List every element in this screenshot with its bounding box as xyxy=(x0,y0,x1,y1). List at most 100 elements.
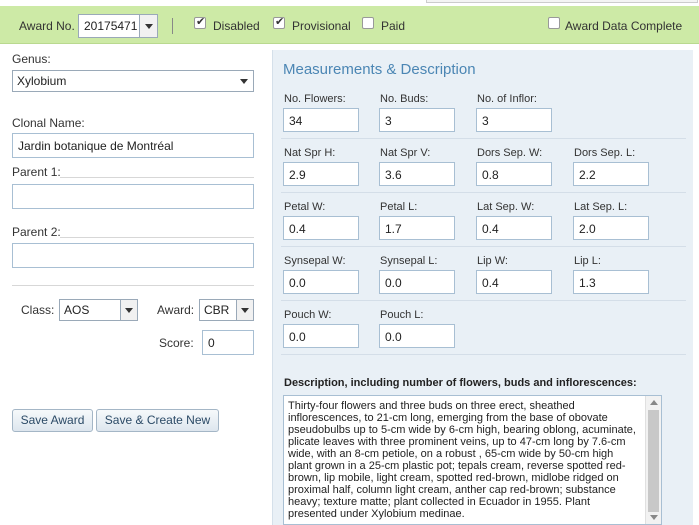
header-divider xyxy=(172,18,173,34)
dors-sep-l-value: 2.2 xyxy=(579,168,596,182)
petal-w-value: 0.4 xyxy=(289,222,306,236)
dors-sep-l-label: Dors Sep. L: xyxy=(574,147,636,159)
award-data-complete-label: Award Data Complete xyxy=(565,19,683,33)
scroll-down-icon[interactable] xyxy=(650,515,658,520)
clonal-name-input[interactable]: Jardin botanique de Montréal xyxy=(12,133,254,158)
award-data-complete-checkbox[interactable] xyxy=(548,17,560,29)
lat-sep-w-value: 0.4 xyxy=(482,222,499,236)
save-award-button[interactable]: Save Award xyxy=(12,409,93,432)
no-flowers-value: 34 xyxy=(289,114,303,128)
class-select[interactable]: AOS xyxy=(59,299,138,321)
award-editor: Award No. 20175471 Disabled Provisional … xyxy=(0,0,699,525)
synsepal-w-label: Synsepal W: xyxy=(284,255,346,267)
score-label: Score: xyxy=(159,336,194,350)
award-label: Award: xyxy=(157,303,195,317)
genus-value: Xylobium xyxy=(17,74,67,88)
petal-l-input[interactable]: 1.7 xyxy=(379,216,455,240)
disabled-checkbox[interactable] xyxy=(194,15,206,29)
chevron-down-icon xyxy=(145,24,153,29)
row-divider xyxy=(281,300,686,301)
save-create-new-button[interactable]: Save & Create New xyxy=(96,409,219,432)
synsepal-w-input[interactable]: 0.0 xyxy=(283,270,359,294)
nat-spr-v-input[interactable]: 3.6 xyxy=(379,162,455,186)
provisional-checkbox[interactable] xyxy=(273,15,285,29)
dors-sep-w-input[interactable]: 0.8 xyxy=(476,162,552,186)
lip-w-label: Lip W: xyxy=(477,255,508,267)
no-buds-input[interactable]: 3 xyxy=(379,108,455,132)
scroll-up-icon[interactable] xyxy=(650,400,658,405)
lip-l-value: 1.3 xyxy=(579,276,596,290)
panel-title: Measurements & Description xyxy=(283,61,476,78)
section-rule xyxy=(12,285,254,286)
no-flowers-input[interactable]: 34 xyxy=(283,108,359,132)
genus-select[interactable]: Xylobium xyxy=(12,70,254,92)
lip-w-input[interactable]: 0.4 xyxy=(476,270,552,294)
paid-checkbox[interactable] xyxy=(362,17,374,29)
parent2-rule xyxy=(60,237,254,238)
dors-sep-w-label: Dors Sep. W: xyxy=(477,147,543,159)
award-no-select[interactable]: 20175471 xyxy=(78,14,158,38)
petal-l-value: 1.7 xyxy=(385,222,402,236)
row-divider xyxy=(281,192,686,193)
award-no-dropdown-button[interactable] xyxy=(139,15,157,37)
class-dropdown-button[interactable] xyxy=(120,300,137,320)
lat-sep-l-input[interactable]: 2.0 xyxy=(573,216,649,240)
genus-label: Genus: xyxy=(12,52,51,66)
lat-sep-l-value: 2.0 xyxy=(579,222,596,236)
disabled-label: Disabled xyxy=(213,19,260,33)
synsepal-l-label: Synsepal L: xyxy=(380,255,438,267)
top-strip xyxy=(0,0,699,5)
nat-spr-h-input[interactable]: 2.9 xyxy=(283,162,359,186)
chevron-down-icon xyxy=(241,308,249,313)
description-scrollbar[interactable] xyxy=(645,396,661,524)
row-divider xyxy=(281,246,686,247)
paid-label: Paid xyxy=(381,19,406,33)
description-text: Thirty-four flowers and three buds on th… xyxy=(288,400,639,520)
parent2-input[interactable] xyxy=(12,243,254,268)
scroll-thumb[interactable] xyxy=(648,410,659,512)
top-tab[interactable] xyxy=(426,0,698,3)
award-no-value: 20175471 xyxy=(84,19,138,33)
parent1-input[interactable] xyxy=(12,184,254,209)
no-inflor-value: 3 xyxy=(482,114,489,128)
provisional-label: Provisional xyxy=(292,19,351,33)
row-divider xyxy=(281,354,686,355)
dors-sep-l-input[interactable]: 2.2 xyxy=(573,162,649,186)
lip-l-input[interactable]: 1.3 xyxy=(573,270,649,294)
award-header-bar: Award No. 20175471 Disabled Provisional … xyxy=(0,6,699,44)
lat-sep-w-label: Lat Sep. W: xyxy=(477,201,535,213)
award-dropdown-button[interactable] xyxy=(236,300,253,320)
parent1-label: Parent 1: xyxy=(12,165,61,179)
petal-w-input[interactable]: 0.4 xyxy=(283,216,359,240)
description-label: Description, including number of flowers… xyxy=(284,377,637,389)
lip-l-label: Lip L: xyxy=(574,255,601,267)
parent2-label: Parent 2: xyxy=(12,225,61,239)
nat-spr-v-value: 3.6 xyxy=(385,168,402,182)
nat-spr-v-label: Nat Spr V: xyxy=(380,147,431,159)
award-select[interactable]: CBR xyxy=(199,299,254,321)
dors-sep-w-value: 0.8 xyxy=(482,168,499,182)
no-inflor-input[interactable]: 3 xyxy=(476,108,552,132)
no-buds-label: No. Buds: xyxy=(380,93,429,105)
clonal-name-label: Clonal Name: xyxy=(12,116,85,130)
pouch-l-input[interactable]: 0.0 xyxy=(379,324,455,348)
parent1-rule xyxy=(60,177,254,178)
lat-sep-w-input[interactable]: 0.4 xyxy=(476,216,552,240)
lip-w-value: 0.4 xyxy=(482,276,499,290)
score-input[interactable]: 0 xyxy=(202,330,254,355)
description-textarea[interactable]: Thirty-four flowers and three buds on th… xyxy=(283,395,662,525)
synsepal-l-input[interactable]: 0.0 xyxy=(379,270,455,294)
genus-dropdown-button[interactable] xyxy=(236,71,253,91)
petal-w-label: Petal W: xyxy=(284,201,326,213)
clonal-name-value: Jardin botanique de Montréal xyxy=(18,139,174,153)
pouch-w-value: 0.0 xyxy=(289,330,306,344)
class-value: AOS xyxy=(64,303,90,317)
nat-spr-h-value: 2.9 xyxy=(289,168,306,182)
chevron-down-icon xyxy=(125,308,133,313)
pouch-l-label: Pouch L: xyxy=(380,309,424,321)
pouch-w-input[interactable]: 0.0 xyxy=(283,324,359,348)
measurements-panel: Measurements & Description No. Flowers: … xyxy=(272,50,693,525)
lat-sep-l-label: Lat Sep. L: xyxy=(574,201,628,213)
no-buds-value: 3 xyxy=(385,114,392,128)
no-inflor-label: No. of Inflor: xyxy=(477,93,537,105)
